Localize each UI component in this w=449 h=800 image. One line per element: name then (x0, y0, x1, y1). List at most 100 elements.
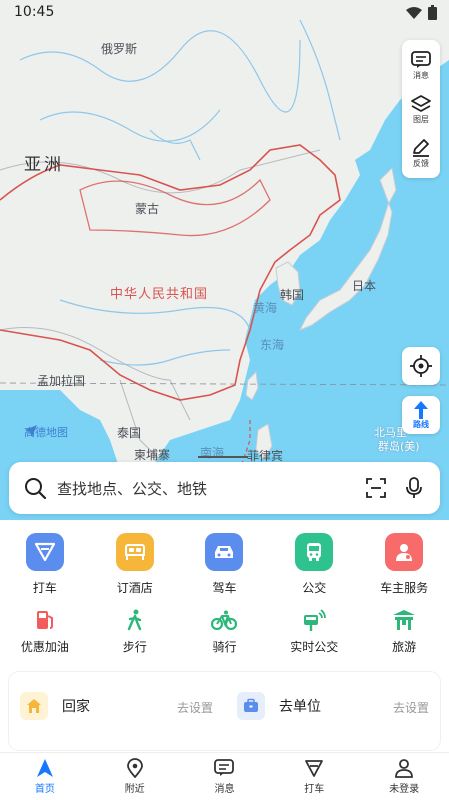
feedback-edit-icon (413, 139, 429, 157)
service-taxi-label: 打车 (32, 581, 57, 595)
map-tool-panel: 消息 图层 反馈 (402, 40, 440, 178)
map-label-russia: 俄罗斯 (101, 42, 138, 56)
tab-taxi-label: 打车 (304, 784, 325, 795)
map-label-china: 中华人民共和国 (110, 287, 209, 302)
service-realtime-bus[interactable]: 实时公交 (269, 606, 359, 655)
tab-nearby-label: 附近 (124, 784, 145, 795)
feedback-label: 反馈 (413, 159, 429, 168)
service-fuel-label: 优惠加油 (20, 640, 69, 654)
service-taxi[interactable]: 打车 (0, 533, 90, 596)
service-fuel[interactable]: 优惠加油 (0, 606, 90, 655)
fuel-pump-icon (31, 606, 59, 634)
status-time: 10:45 (14, 4, 55, 20)
bottom-tab-bar: 首页 附近 消息 打车 未登录 (0, 752, 449, 800)
service-bike-label: 骑行 (212, 640, 237, 654)
search-placeholder[interactable]: 查找地点、公交、地铁 (57, 478, 362, 499)
screen: 俄罗斯 亚洲 蒙古 中华人民共和国 黄海 韩国 日本 东海 孟加拉国 泰国 柬埔… (0, 0, 449, 800)
map-label-yellow-sea: 黄海 (253, 301, 278, 315)
locate-button[interactable] (402, 347, 440, 385)
messages-label: 消息 (413, 71, 429, 80)
sub-services-row: 优惠加油 步行 骑行 实时公交 旅游 (0, 606, 449, 655)
search-icon (21, 477, 49, 499)
go-home-label: 回家 (62, 699, 90, 715)
service-travel[interactable]: 旅游 (359, 606, 449, 655)
service-realtime-bus-label: 实时公交 (290, 640, 339, 654)
locate-crosshair-icon (410, 355, 432, 377)
battery-icon (428, 5, 437, 20)
layers-button[interactable]: 图层 (402, 88, 440, 132)
bike-icon (210, 606, 238, 634)
home-icon (20, 692, 48, 720)
hotel-bed-icon (115, 533, 154, 571)
status-icons (406, 5, 437, 20)
go-home-shortcut[interactable]: 回家 (20, 692, 90, 720)
car-icon (205, 533, 244, 571)
tab-profile[interactable]: 未登录 (359, 753, 449, 800)
map-label-mongolia: 蒙古 (135, 202, 160, 216)
map-label-bangladesh: 孟加拉国 (37, 374, 86, 388)
map-label-south-sea: 南海 (200, 446, 225, 460)
map-label-japan: 日本 (352, 279, 377, 293)
go-work-shortcut[interactable]: 去单位 (237, 692, 321, 720)
tab-home[interactable]: 首页 (0, 753, 90, 800)
work-set-link[interactable]: 去设置 (393, 699, 429, 716)
map-view[interactable]: 俄罗斯 亚洲 蒙古 中华人民共和国 黄海 韩国 日本 东海 孟加拉国 泰国 柬埔… (0, 0, 449, 520)
tab-messages-label: 消息 (214, 784, 235, 795)
wifi-icon (406, 6, 422, 19)
service-hotel-label: 订酒店 (116, 581, 153, 595)
tab-nearby[interactable]: 附近 (90, 753, 180, 800)
search-bar[interactable]: 查找地点、公交、地铁 (9, 462, 440, 514)
route-arrow-icon (414, 400, 428, 419)
route-button[interactable]: 路线 (402, 396, 440, 434)
map-label-thailand: 泰国 (117, 426, 142, 440)
service-walk-label: 步行 (122, 640, 147, 654)
amap-logo-icon (25, 425, 37, 437)
service-drive-label: 驾车 (212, 581, 237, 595)
location-pin-icon (126, 758, 143, 778)
service-travel-label: 旅游 (392, 640, 417, 654)
shortcuts-card: 回家 去设置 去单位 去设置 (9, 672, 440, 750)
realtime-bus-icon (300, 606, 328, 634)
service-walk[interactable]: 步行 (90, 606, 180, 655)
map-label-mariana-2: 群岛(美) (378, 440, 420, 453)
tab-profile-label: 未登录 (389, 784, 420, 795)
amap-logo: 高德地图 (24, 424, 68, 440)
user-profile-icon (395, 759, 413, 778)
message-icon (214, 759, 235, 776)
taxi-icon (25, 533, 64, 571)
messages-button[interactable]: 消息 (402, 44, 440, 88)
map-label-asia: 亚洲 (24, 155, 64, 175)
service-car-owner[interactable]: 车主服务 (359, 533, 449, 596)
service-drive[interactable]: 驾车 (180, 533, 270, 596)
service-car-owner-label: 车主服务 (380, 581, 429, 595)
bus-icon (295, 533, 334, 571)
briefcase-icon (237, 692, 265, 720)
car-owner-icon (385, 533, 424, 571)
home-nav-arrow-icon (36, 759, 53, 777)
tab-taxi[interactable]: 打车 (269, 753, 359, 800)
home-set-link[interactable]: 去设置 (177, 699, 213, 716)
scan-icon[interactable] (362, 478, 390, 498)
layers-icon (411, 95, 431, 112)
tab-messages[interactable]: 消息 (180, 753, 270, 800)
service-bike[interactable]: 骑行 (180, 606, 270, 655)
layers-label: 图层 (413, 115, 429, 124)
tab-home-label: 首页 (34, 784, 55, 795)
main-services-row: 打车 订酒店 驾车 公交 车主服务 (0, 533, 449, 596)
route-label: 路线 (413, 419, 429, 429)
message-icon (411, 51, 431, 68)
map-scale-bar (198, 454, 248, 458)
microphone-icon[interactable] (400, 477, 428, 499)
travel-gate-icon (390, 606, 418, 634)
service-hotel[interactable]: 订酒店 (90, 533, 180, 596)
service-bus[interactable]: 公交 (269, 533, 359, 596)
map-label-east-sea: 东海 (260, 338, 285, 352)
service-bus-label: 公交 (302, 581, 327, 595)
taxi-icon (305, 760, 324, 777)
feedback-button[interactable]: 反馈 (402, 132, 440, 176)
map-label-korea: 韩国 (280, 288, 305, 302)
walk-icon (121, 606, 149, 634)
map-label-cambodia: 柬埔寨 (134, 448, 171, 462)
go-work-label: 去单位 (279, 699, 321, 715)
status-bar: 10:45 (0, 0, 449, 26)
